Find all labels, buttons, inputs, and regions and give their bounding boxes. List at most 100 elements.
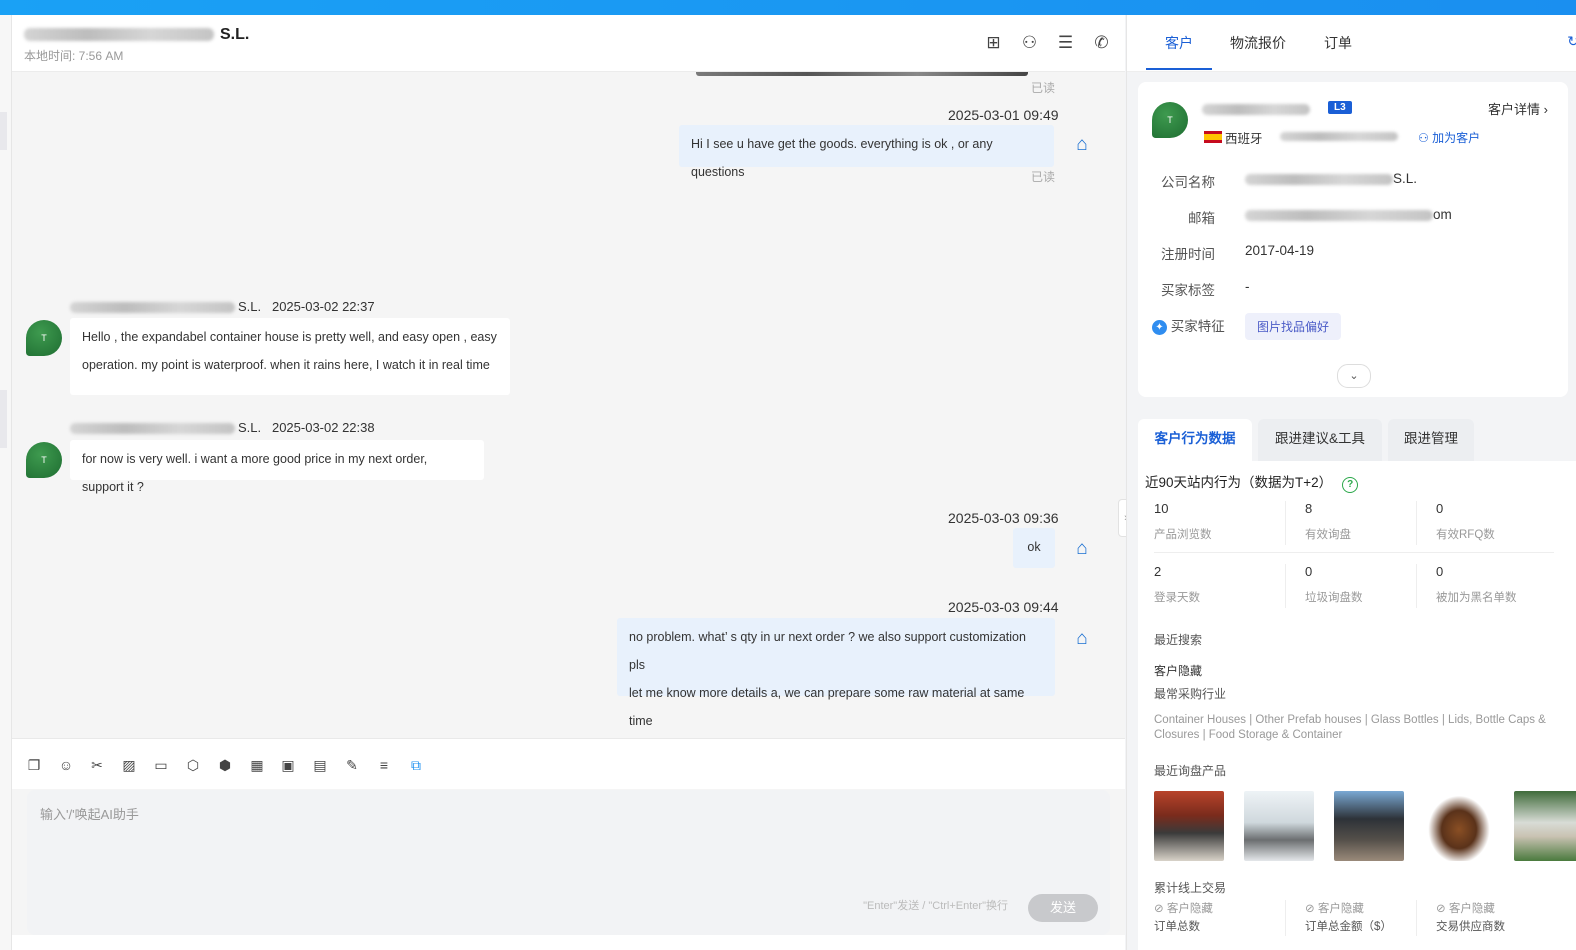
field-label: 邮箱: [1188, 211, 1215, 226]
send-button[interactable]: 发送: [1028, 894, 1098, 922]
add-customer-link[interactable]: ⚇ 加为客户: [1418, 129, 1480, 146]
left-nav-edge: [0, 15, 12, 950]
add-customer-label: 加为客户: [1432, 131, 1481, 145]
panel-tabs: 客户 物流报价 订单 ↻: [1127, 15, 1576, 72]
video-icon[interactable]: ▣: [279, 756, 297, 774]
field-label: 注册时间: [1161, 247, 1215, 262]
translate-icon[interactable]: ⧉: [407, 756, 425, 774]
stat-label: 登录天数: [1154, 592, 1200, 604]
template-icon[interactable]: ≡: [375, 756, 393, 774]
redacted-contact: [1280, 132, 1398, 141]
behavior-title: 近90天站内行为（数据为T+2）?: [1145, 471, 1359, 493]
product-search-icon[interactable]: ⬢: [216, 756, 234, 774]
card-icon[interactable]: ▤: [311, 756, 329, 774]
search-chat-icon[interactable]: ☰: [1056, 33, 1075, 52]
subtab-followup-management[interactable]: 跟进管理: [1388, 419, 1474, 461]
image-icon[interactable]: ▨: [120, 756, 138, 774]
behavior-subtabs: 客户行为数据 跟进建议&工具 跟进管理: [1138, 419, 1576, 461]
behavior-panel: 近90天站内行为（数据为T+2）? 10 产品浏览数 8 有效询盘 0 有效RFQ数 …: [1138, 461, 1576, 950]
message-line: Hello , the expandabel container house i…: [82, 330, 497, 344]
emoji-icon[interactable]: ☺: [57, 756, 75, 774]
message-input[interactable]: 输入'/'唤起AI助手 "Enter"发送 / "Ctrl+Enter"换行 发…: [27, 790, 1110, 935]
chevron-right-icon: ›: [1543, 102, 1548, 117]
image-message[interactable]: [696, 72, 1028, 76]
product-thumbnail[interactable]: [1424, 791, 1494, 861]
stat-spam-inquiries: 0 垃圾询盘数: [1305, 564, 1430, 605]
top-accent-bar: [0, 0, 1576, 15]
subtab-followup-tools[interactable]: 跟进建议&工具: [1258, 419, 1382, 461]
phone-icon[interactable]: ✆: [1092, 33, 1111, 52]
subtab-behavior-data[interactable]: 客户行为数据: [1138, 419, 1252, 461]
tab-orders[interactable]: 订单: [1324, 33, 1352, 53]
recent-products: [1154, 791, 1576, 861]
trade-label: 订单总金额（$）: [1305, 921, 1392, 933]
product-icon[interactable]: ⬡: [184, 756, 202, 774]
chat-title-suffix: S.L.: [220, 26, 250, 43]
divider: [1416, 564, 1417, 608]
chat-panel: S.L. 本地时间: 7:56 AM ⊞ ⚇ ☰ ✆ 已读 2025-03-01…: [12, 15, 1134, 950]
spain-flag-icon: [1204, 131, 1222, 143]
divider: [1285, 564, 1286, 608]
sender-line: S.L. 2025-03-02 22:37: [70, 299, 375, 314]
message-line: let me know more details a, we can prepa…: [629, 686, 1025, 728]
recent-search-value: 客户隐藏: [1154, 664, 1203, 678]
stat-value: 0: [1436, 501, 1444, 516]
chat-footer: [12, 935, 1125, 950]
help-icon[interactable]: ?: [1342, 477, 1359, 493]
calendar-icon[interactable]: ▦: [248, 756, 266, 774]
agent-avatar: ⌂: [1076, 628, 1088, 649]
stat-value: 0: [1436, 564, 1444, 579]
expand-button[interactable]: ⌄: [1337, 364, 1371, 388]
trade-orders: ⊘ 客户隐藏订单总数: [1154, 900, 1213, 934]
industry-title: 最常采购行业: [1154, 687, 1227, 701]
trade-hidden: 客户隐藏: [1166, 903, 1213, 915]
field-value: -: [1245, 279, 1250, 294]
quote-icon[interactable]: ✎: [343, 756, 361, 774]
tab-logistics-quote[interactable]: 物流报价: [1230, 33, 1286, 53]
stat-value: 0: [1305, 564, 1313, 579]
stat-product-views: 10 产品浏览数: [1154, 501, 1279, 542]
product-thumbnail[interactable]: [1244, 791, 1314, 861]
stat-value: 10: [1154, 501, 1169, 516]
screenshot-icon[interactable]: ✂: [88, 756, 106, 774]
trade-suppliers: ⊘ 客户隐藏 交易供应商数: [1436, 900, 1505, 934]
add-contact-icon[interactable]: ⚇: [1020, 33, 1039, 52]
redacted-name: [1202, 104, 1310, 116]
incoming-message[interactable]: Hello , the expandabel container house i…: [70, 318, 510, 395]
read-status: 已读: [1031, 81, 1056, 95]
feature-tag: 图片找品偏好: [1245, 313, 1342, 340]
product-thumbnail[interactable]: [1334, 791, 1404, 861]
outgoing-message[interactable]: ok: [1013, 528, 1055, 568]
chat-header: S.L. 本地时间: 7:56 AM ⊞ ⚇ ☰ ✆: [12, 15, 1125, 72]
customer-country: 西班牙: [1225, 132, 1263, 146]
trade-amount: ⊘ 客户隐藏 订单总金额（$）: [1305, 900, 1392, 934]
field-label: 买家标签: [1161, 283, 1215, 298]
stat-valid-rfq: 0 有效RFQ数: [1436, 501, 1561, 542]
outgoing-message[interactable]: no problem. what’ s qty in ur next order…: [617, 618, 1055, 728]
outgoing-message[interactable]: Hi I see u have get the goods. everythin…: [679, 125, 1054, 179]
stat-label: 被加为黑名单数: [1436, 592, 1517, 604]
refresh-icon[interactable]: ↻: [1567, 33, 1576, 50]
eye-off-icon: ⊘: [1154, 903, 1164, 915]
product-thumbnail[interactable]: [1514, 791, 1576, 861]
trade-label: 订单总数: [1154, 921, 1200, 933]
trade-label: 交易供应商数: [1436, 921, 1505, 933]
message-time: 2025-03-02 22:37: [271, 299, 375, 314]
eye-off-icon: ⊘: [1436, 903, 1446, 915]
copy-icon[interactable]: ❐: [25, 756, 43, 774]
tab-customer[interactable]: 客户: [1165, 33, 1193, 53]
stat-blacklisted: 0 被加为黑名单数: [1436, 564, 1561, 605]
customer-avatar: T: [26, 320, 62, 356]
composer-toolbar: ❐ ☺ ✂ ▨ ▭ ⬡ ⬢ ▦ ▣ ▤ ✎ ≡ ⧉: [12, 738, 1125, 789]
stat-login-days: 2 登录天数: [1154, 564, 1279, 605]
message-list[interactable]: 已读 2025-03-01 09:49 Hi I see u have get …: [12, 72, 1125, 738]
incoming-message[interactable]: for now is very well. i want a more good…: [70, 440, 484, 494]
redacted-company: [1245, 173, 1393, 185]
product-thumbnail[interactable]: [1154, 791, 1224, 861]
add-note-icon[interactable]: ⊞: [984, 33, 1003, 52]
sender-name: S.L.: [238, 420, 262, 435]
recent-search-title: 最近搜索: [1154, 633, 1203, 647]
customer-detail-link[interactable]: 客户详情 ›: [1488, 99, 1548, 118]
folder-icon[interactable]: ▭: [152, 756, 170, 774]
stat-valid-inquiries: 8 有效询盘: [1305, 501, 1430, 542]
